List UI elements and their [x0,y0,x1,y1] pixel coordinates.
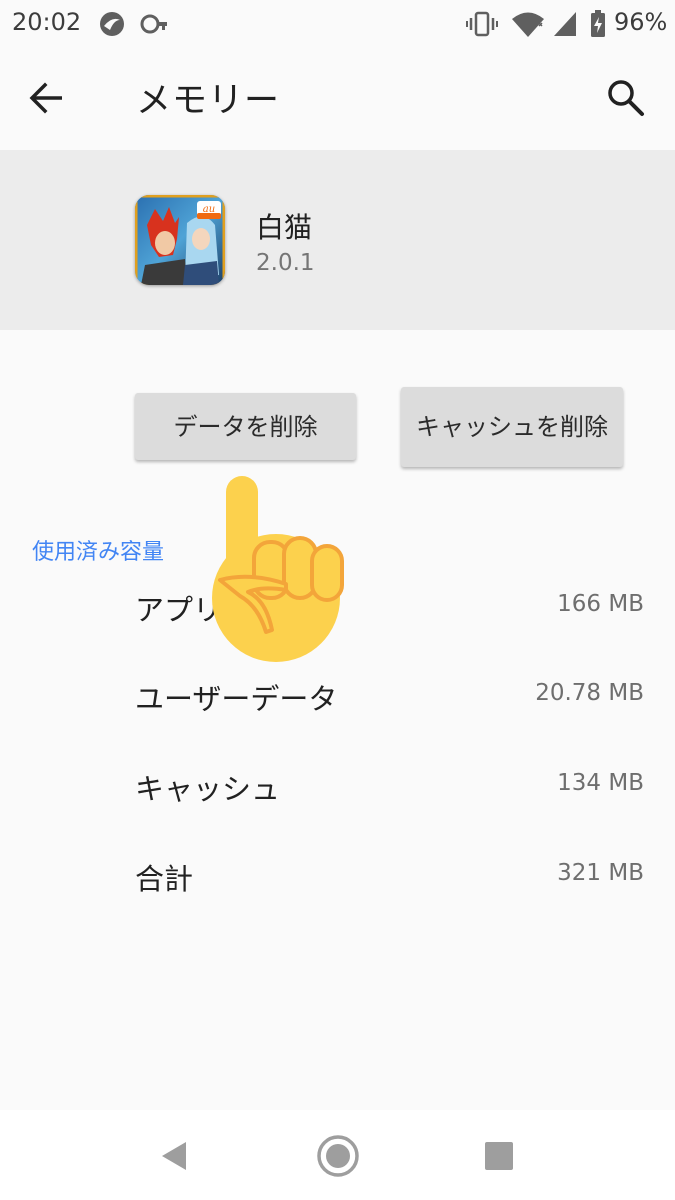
page-title: メモリー [136,81,281,121]
app-header: au 白猫 2.0.1 [0,150,675,330]
storage-row-value: 20.78 MB [535,680,644,706]
nav-recents-button[interactable] [475,1132,523,1180]
app-version: 2.0.1 [256,250,315,276]
home-circle-icon [317,1135,359,1177]
storage-section-header: 使用済み容量 [32,540,165,565]
key-icon [140,10,168,42]
status-bar: 20:02 96% [0,0,675,48]
signal-icon [552,10,578,42]
nav-back-button[interactable] [150,1132,198,1180]
back-triangle-icon [162,1142,186,1170]
storage-row-label: キャッシュ [135,772,281,806]
storage-row-label: 合計 [135,862,194,896]
nav-home-button[interactable] [314,1132,362,1180]
search-button[interactable] [604,76,656,128]
app-bar: メモリー [0,48,675,150]
storage-row-value: 166 MB [557,591,644,617]
battery-percentage: 96% [614,8,668,36]
app-icon-badge: au [203,204,215,215]
storage-row-user-data: ユーザーデータ 20.78 MB [0,672,675,722]
storage-row-label: ユーザーデータ [135,682,338,716]
search-icon [608,80,644,116]
clear-cache-button[interactable]: キャッシュを削除 [401,387,623,467]
notification-app-icon [98,10,126,42]
storage-row-value: 321 MB [557,860,644,886]
wifi-icon [510,10,546,42]
storage-row-total: 合計 321 MB [0,852,675,902]
pointing-hand-icon [190,468,360,668]
storage-row-cache: キャッシュ 134 MB [0,762,675,812]
app-icon: au [135,195,225,285]
clear-data-button[interactable]: データを削除 [135,393,356,460]
vibrate-icon [466,10,498,42]
storage-row-value: 134 MB [557,770,644,796]
back-button[interactable] [24,76,84,120]
arrow-left-icon [29,82,62,114]
battery-icon [590,10,606,42]
navigation-bar [0,1110,675,1200]
recents-square-icon [485,1142,513,1170]
status-time: 20:02 [12,8,82,36]
app-name: 白猫 [256,211,313,244]
